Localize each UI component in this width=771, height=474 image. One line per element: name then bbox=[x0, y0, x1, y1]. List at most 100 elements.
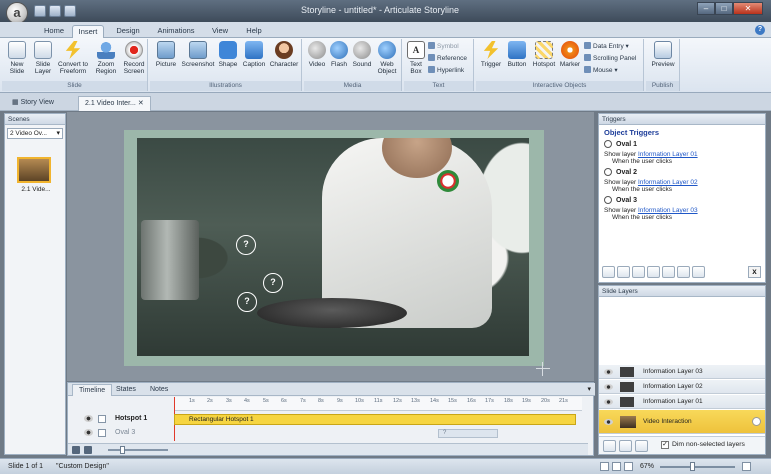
visibility-eye-icon[interactable] bbox=[84, 415, 93, 422]
video-frame-chef[interactable]: ? ? ? bbox=[137, 138, 529, 356]
trigger-link-layer-01[interactable]: Information Layer 01 bbox=[638, 151, 698, 158]
tab-states[interactable]: States bbox=[110, 384, 142, 396]
video-button[interactable]: Video bbox=[306, 41, 328, 68]
visibility-eye-icon[interactable] bbox=[604, 384, 613, 390]
lock-checkbox[interactable] bbox=[98, 415, 106, 423]
dim-layers-checkbox[interactable]: ✓ bbox=[661, 441, 669, 449]
scrolling-panel-button[interactable]: Scrolling Panel bbox=[584, 54, 636, 62]
fit-view-icon[interactable] bbox=[612, 462, 621, 471]
zoom-slider-thumb[interactable] bbox=[690, 462, 695, 471]
marker-button[interactable]: Marker bbox=[558, 41, 582, 68]
move-up-icon[interactable] bbox=[677, 266, 690, 278]
help-icon[interactable]: ? bbox=[755, 25, 765, 35]
edit-trigger-icon[interactable] bbox=[617, 266, 630, 278]
timeline-bar-hotspot[interactable]: Rectangular Hotspot 1 bbox=[174, 414, 576, 425]
visibility-eye-icon[interactable] bbox=[604, 399, 613, 405]
timeline-zoom-thumb[interactable] bbox=[120, 446, 125, 454]
sound-button[interactable]: Sound bbox=[350, 41, 374, 68]
undo-icon[interactable] bbox=[49, 5, 61, 17]
picture-button[interactable]: Picture bbox=[152, 41, 180, 68]
delete-trigger-icon[interactable] bbox=[662, 266, 675, 278]
timeline-ruler[interactable]: 1s 2s 3s 4s 5s 6s 7s 8s 9s 10s 11s 12s 13s 14s 15s 16s 1… bbox=[174, 397, 582, 411]
base-layer-info-icon[interactable] bbox=[752, 417, 761, 426]
caption-button[interactable]: Caption bbox=[240, 41, 268, 68]
character-button[interactable]: Character bbox=[268, 41, 300, 68]
base-layer-row[interactable]: Video Interaction bbox=[599, 410, 765, 434]
tab-slide-editor[interactable]: 2.1 Video Inter... ✕ bbox=[78, 96, 151, 111]
oval-hotspot-2[interactable]: ? bbox=[263, 273, 283, 293]
new-layer-icon[interactable] bbox=[603, 440, 616, 452]
hyperlink-button[interactable]: Hyperlink bbox=[428, 66, 464, 74]
convert-to-freeform-button[interactable]: Convert to Freeform bbox=[56, 41, 90, 75]
zoom-slider[interactable] bbox=[660, 466, 735, 468]
tab-view[interactable]: View bbox=[206, 25, 234, 38]
visibility-eye-icon[interactable] bbox=[604, 369, 613, 375]
move-down-icon[interactable] bbox=[692, 266, 705, 278]
tab-story-view[interactable]: ▦ Story View bbox=[6, 96, 60, 111]
save-icon[interactable] bbox=[34, 5, 46, 17]
timeline-bar-oval[interactable]: ? bbox=[438, 429, 498, 438]
close-button[interactable]: ✕ bbox=[733, 2, 763, 15]
story-view-icon: ▦ bbox=[12, 99, 21, 106]
record-screen-button[interactable]: Record Screen bbox=[120, 41, 148, 75]
layer-row-02[interactable]: Information Layer 02 bbox=[599, 380, 765, 394]
play-icon[interactable] bbox=[72, 446, 80, 454]
trigger-link-layer-02[interactable]: Information Layer 02 bbox=[638, 179, 698, 186]
shape-button[interactable]: Shape bbox=[216, 41, 240, 68]
tab-notes[interactable]: Notes bbox=[144, 384, 174, 396]
collapse-timeline-icon[interactable]: ▾ bbox=[587, 385, 591, 393]
tab-design[interactable]: Design bbox=[110, 25, 146, 38]
timeline-row-hotspot-1[interactable]: Hotspot 1 Rectangular Hotspot 1 bbox=[68, 413, 588, 425]
visibility-eye-icon[interactable] bbox=[604, 419, 613, 425]
close-triggers-button[interactable]: x bbox=[748, 266, 761, 278]
timeline-row-oval-3[interactable]: Oval 3 ? bbox=[68, 427, 588, 439]
maximize-button[interactable]: □ bbox=[715, 2, 733, 15]
oval-hotspot-3[interactable]: ? bbox=[237, 292, 257, 312]
reference-button[interactable]: Reference bbox=[428, 54, 467, 62]
trigger-link-layer-03[interactable]: Information Layer 03 bbox=[638, 207, 698, 214]
zoom-region-button[interactable]: Zoom Region bbox=[92, 41, 120, 75]
lock-checkbox[interactable] bbox=[98, 429, 106, 437]
layer-row-03[interactable]: Information Layer 03 bbox=[599, 365, 765, 379]
slide-thumbnail[interactable] bbox=[17, 157, 51, 183]
web-object-button[interactable]: Web Object bbox=[374, 41, 400, 75]
app-menu-button[interactable]: a bbox=[6, 2, 28, 24]
stop-icon[interactable] bbox=[84, 446, 92, 454]
duplicate-layer-icon[interactable] bbox=[619, 440, 632, 452]
visibility-eye-icon[interactable] bbox=[84, 429, 93, 436]
paste-trigger-icon[interactable] bbox=[647, 266, 660, 278]
copy-trigger-icon[interactable] bbox=[632, 266, 645, 278]
delete-layer-icon[interactable] bbox=[635, 440, 648, 452]
minimize-button[interactable]: – bbox=[697, 2, 715, 15]
fit-to-window-icon[interactable] bbox=[742, 462, 751, 471]
tab-animations[interactable]: Animations bbox=[152, 25, 200, 38]
normal-view-icon[interactable] bbox=[600, 462, 609, 471]
scene-dropdown[interactable]: 2 Video Ov... bbox=[7, 128, 63, 139]
trigger-group-oval-2[interactable]: Oval 2 bbox=[604, 168, 760, 176]
tab-home[interactable]: Home bbox=[38, 25, 70, 38]
preview-view-icon[interactable] bbox=[624, 462, 633, 471]
trigger-group-oval-3[interactable]: Oval 3 bbox=[604, 196, 760, 204]
tab-timeline[interactable]: Timeline bbox=[72, 384, 113, 396]
new-trigger-icon[interactable] bbox=[602, 266, 615, 278]
flash-button[interactable]: Flash bbox=[328, 41, 350, 68]
redo-icon[interactable] bbox=[64, 5, 76, 17]
tab-insert[interactable]: Insert bbox=[72, 25, 104, 38]
timeline-zoom-slider[interactable] bbox=[108, 449, 168, 451]
mouse-button[interactable]: Mouse ▾ bbox=[584, 66, 618, 74]
oval-hotspot-1[interactable]: ? bbox=[236, 235, 256, 255]
text-box-button[interactable]: A Text Box bbox=[406, 41, 426, 75]
slide-layer-button[interactable]: Slide Layer bbox=[30, 41, 56, 75]
trigger-button[interactable]: Trigger bbox=[478, 41, 504, 68]
trigger-group-oval-1[interactable]: Oval 1 bbox=[604, 140, 760, 148]
close-tab-icon[interactable]: ✕ bbox=[138, 100, 144, 107]
preview-button[interactable]: Preview bbox=[649, 41, 677, 68]
new-slide-button[interactable]: New Slide bbox=[4, 41, 30, 75]
screenshot-button[interactable]: Screenshot bbox=[180, 41, 216, 68]
layer-row-01[interactable]: Information Layer 01 bbox=[599, 395, 765, 409]
tab-help[interactable]: Help bbox=[240, 25, 268, 38]
symbol-button[interactable]: Symbol bbox=[428, 42, 459, 50]
data-entry-button[interactable]: Data Entry ▾ bbox=[584, 42, 629, 50]
hotspot-button[interactable]: Hotspot bbox=[530, 41, 558, 68]
button-button[interactable]: Button bbox=[504, 41, 530, 68]
